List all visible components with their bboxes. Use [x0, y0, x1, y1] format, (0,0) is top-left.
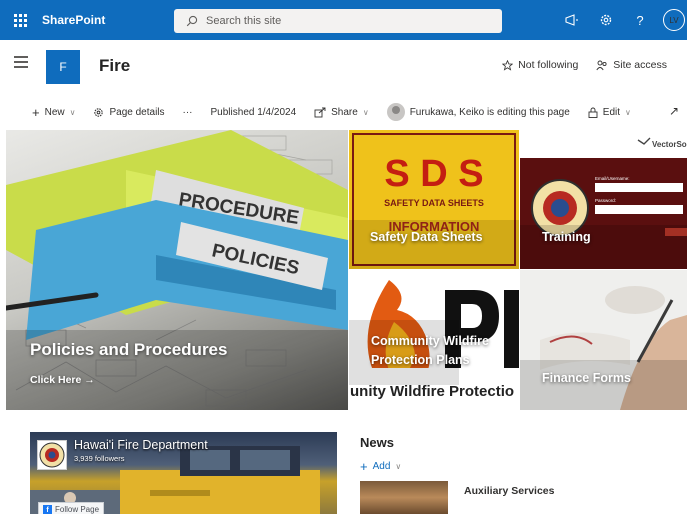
site-access-label: Site access	[613, 59, 667, 71]
chevron-down-icon: ∨	[625, 107, 631, 117]
news-thumbnail[interactable]	[360, 481, 448, 514]
editor-avatar	[386, 103, 405, 121]
share-label: Share	[331, 106, 358, 118]
new-label: New	[44, 106, 65, 118]
feedback-button[interactable]	[555, 0, 589, 40]
finance-title: Finance Forms	[542, 371, 631, 385]
news-item-title[interactable]: Auxiliary Services	[464, 485, 554, 497]
password-field-label: Password:	[595, 198, 616, 203]
chevron-down-icon: ∨	[395, 462, 402, 471]
sds-subtitle: SAFETY DATA SHEETS	[384, 198, 484, 208]
search-box[interactable]: Search this site	[174, 9, 502, 33]
hero-tile-finance[interactable]: Finance Forms	[520, 270, 687, 410]
email-field-label: Email/Username:	[595, 176, 630, 181]
chevron-down-icon: ∨	[69, 107, 76, 117]
hero-tile-sds[interactable]: S D S SAFETY DATA SHEETS INFORMATION Saf…	[349, 130, 519, 269]
question-icon: ?	[636, 12, 644, 28]
edit-label: Edit	[602, 106, 621, 118]
share-icon	[314, 107, 326, 117]
news-heading: News	[360, 435, 394, 450]
navigation-menu-button[interactable]	[14, 56, 28, 71]
plus-icon: +	[360, 459, 368, 474]
click-here-label: Click Here	[30, 374, 82, 386]
follow-button[interactable]: Not following	[502, 59, 578, 71]
lock-icon	[588, 107, 598, 118]
more-options-button[interactable]: ···	[183, 107, 193, 118]
hero-tile-policies[interactable]: PROCEDURE POLICIES Policies and Procedur…	[6, 130, 348, 410]
click-here-link[interactable]: Click Here →	[30, 374, 95, 386]
site-logo[interactable]: F	[46, 50, 80, 84]
expand-icon[interactable]: ↗	[669, 104, 679, 118]
search-icon	[186, 15, 198, 27]
facebook-page-embed[interactable]: Hawai'i Fire Department 3,939 followers …	[30, 432, 337, 514]
site-actions: Not following Site access	[502, 59, 667, 71]
hfd-logo	[37, 440, 67, 470]
finance-image	[520, 270, 687, 410]
people-icon	[596, 60, 607, 70]
sds-title: Safety Data Sheets	[370, 230, 483, 244]
new-button[interactable]: + New ∨	[32, 105, 75, 120]
settings-button[interactable]	[589, 0, 623, 40]
cwpp-title: Community Wildfire Protection Plans	[371, 334, 489, 367]
hero-tile-cwpp[interactable]: unity Wildfire Protectio Community Wildf…	[349, 270, 519, 410]
suite-bar-actions: ? LV	[555, 0, 687, 40]
site-title[interactable]: Fire	[99, 56, 130, 76]
facebook-icon: f	[43, 504, 52, 514]
gear-icon	[600, 14, 612, 26]
plus-icon: +	[32, 104, 40, 120]
hero-web-part: PROCEDURE POLICIES Policies and Procedur…	[6, 130, 687, 410]
settings-icon	[94, 107, 104, 117]
training-title: Training	[542, 230, 591, 244]
page-details-label: Page details	[109, 106, 165, 118]
published-status: Published 1/4/2024	[211, 107, 297, 118]
hero-tile-training[interactable]: VectorSo Email/Username: Password: Train…	[520, 130, 687, 269]
policies-title: Policies and Procedures	[30, 340, 228, 359]
editing-label: Furukawa, Keiko is editing this page	[409, 106, 570, 118]
follow-page-button[interactable]: f Follow Page	[38, 502, 105, 514]
vector-brand: VectorSo	[652, 140, 687, 149]
editing-status[interactable]: Furukawa, Keiko is editing this page	[386, 103, 570, 121]
add-news-label: Add	[372, 461, 391, 472]
binders-image: PROCEDURE POLICIES	[6, 130, 348, 410]
account-avatar[interactable]: LV	[663, 9, 685, 31]
more-icon: ···	[182, 106, 193, 118]
training-image: VectorSo Email/Username: Password:	[520, 130, 687, 269]
help-button[interactable]: ?	[623, 0, 657, 40]
share-button[interactable]: Share ∨	[314, 107, 369, 118]
follow-label: Not following	[518, 59, 579, 71]
app-name[interactable]: SharePoint	[42, 13, 172, 27]
waffle-icon	[13, 13, 27, 27]
cwpp-banner-text: unity Wildfire Protectio	[350, 383, 514, 400]
megaphone-icon	[565, 14, 578, 26]
edit-button[interactable]: Edit ∨	[588, 107, 631, 118]
page-details-button[interactable]: Page details	[93, 106, 165, 118]
star-icon	[502, 59, 514, 71]
facebook-followers: 3,939 followers	[74, 454, 125, 463]
published-label: Published 1/4/2024	[210, 106, 297, 118]
site-access-button[interactable]: Site access	[596, 59, 667, 71]
sds-image: S D S SAFETY DATA SHEETS INFORMATION	[349, 130, 519, 269]
arrow-right-icon: →	[84, 374, 95, 386]
add-news-button[interactable]: + Add ∨	[360, 459, 401, 474]
search-input[interactable]: Search this site	[206, 15, 281, 27]
command-bar: + New ∨ Page details ··· Published 1/4/2…	[0, 100, 687, 124]
app-launcher-button[interactable]	[0, 0, 40, 40]
chevron-down-icon: ∨	[362, 107, 369, 117]
sds-letters: S D S	[384, 153, 483, 195]
follow-page-label: Follow Page	[55, 504, 100, 514]
facebook-page-name[interactable]: Hawai'i Fire Department	[74, 438, 208, 452]
